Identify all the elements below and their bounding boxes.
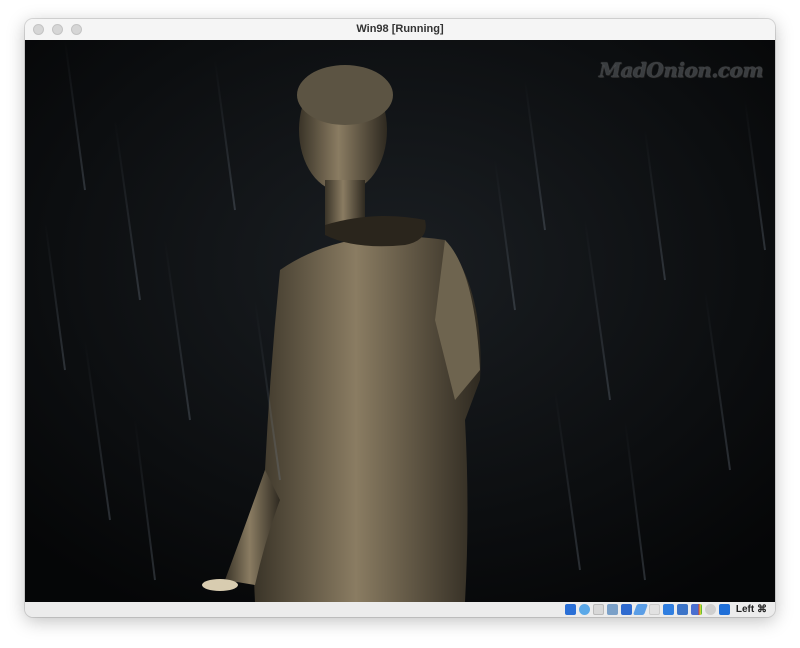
window-title: Win98 [Running] <box>356 23 444 35</box>
mouse-integration-icon[interactable] <box>704 604 716 615</box>
usb-icon[interactable] <box>632 604 648 615</box>
network-icon[interactable] <box>620 604 632 615</box>
status-bar: Left ⌘ <box>25 602 775 617</box>
optical-drive-icon[interactable] <box>578 604 590 615</box>
keyboard-icon[interactable] <box>718 604 730 615</box>
shared-folders-icon[interactable] <box>648 604 660 615</box>
madonion-logo: MadOnion.com <box>598 58 764 82</box>
display-icon[interactable] <box>662 604 674 615</box>
video-capture-icon[interactable] <box>676 604 688 615</box>
title-bar: Win98 [Running] <box>25 19 775 41</box>
statue-scene <box>25 40 775 602</box>
vm-display[interactable]: MadOnion.com <box>25 40 775 602</box>
hard-disk-icon[interactable] <box>564 604 576 615</box>
host-key-label: Left ⌘ <box>735 604 767 615</box>
dish-highlight <box>202 579 238 591</box>
floppy-icon[interactable] <box>592 604 604 615</box>
audio-icon[interactable] <box>606 604 618 615</box>
cpu-icon[interactable] <box>690 604 702 615</box>
vm-window: Win98 [Running] MadOnion.com Left ⌘ <box>25 19 775 617</box>
